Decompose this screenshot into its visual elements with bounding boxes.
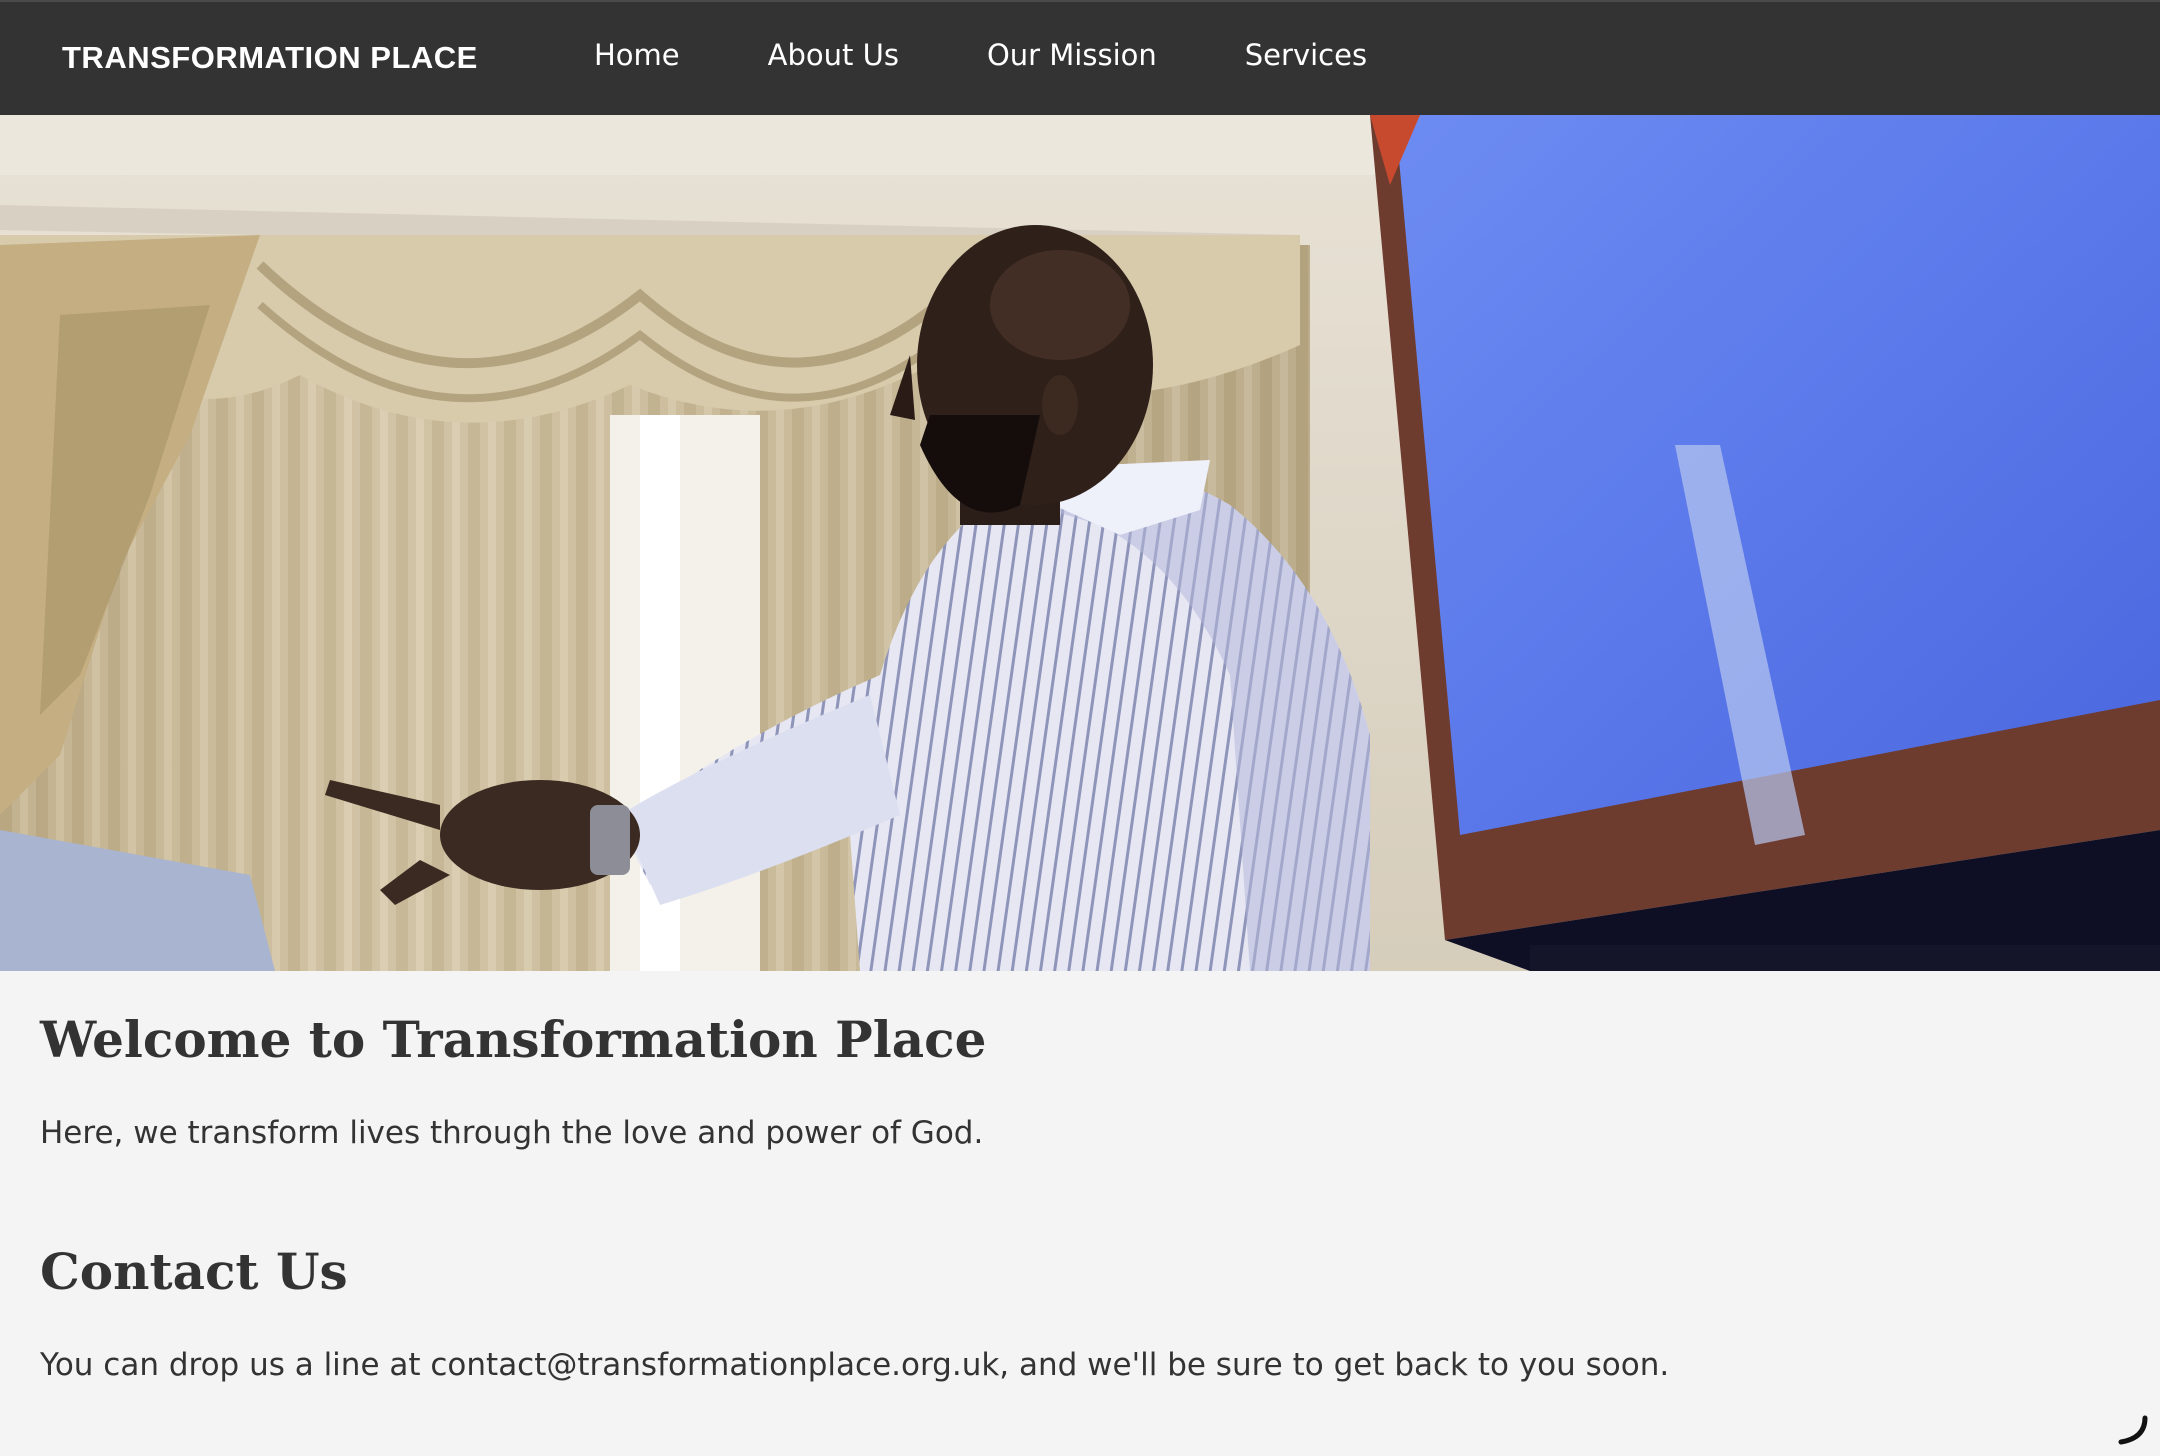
nav-links: Home About Us Our Mission Services	[594, 38, 1455, 72]
hero-photo	[0, 115, 2160, 971]
welcome-heading: Welcome to Transformation Place	[40, 1010, 987, 1069]
welcome-text: Here, we transform lives through the lov…	[40, 1115, 984, 1151]
nav-link-about-us[interactable]: About Us	[768, 38, 899, 72]
contact-text: You can drop us a line at contact@transf…	[40, 1347, 1670, 1383]
nav-link-services[interactable]: Services	[1245, 38, 1367, 72]
nav-link-home[interactable]: Home	[594, 38, 680, 72]
brand-logo-link[interactable]: TRANSFORMATION PLACE	[62, 40, 478, 76]
top-navbar: TRANSFORMATION PLACE Home About Us Our M…	[0, 0, 2160, 115]
hero-image	[0, 115, 2160, 971]
nav-link-our-mission[interactable]: Our Mission	[987, 38, 1157, 72]
loading-spinner-icon	[2118, 1415, 2148, 1445]
contact-heading: Contact Us	[40, 1242, 348, 1301]
